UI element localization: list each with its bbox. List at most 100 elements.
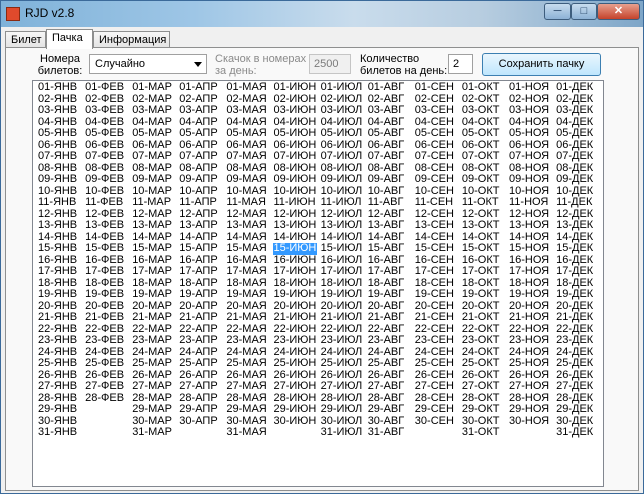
date-item[interactable]: 07-МАР <box>131 151 173 163</box>
date-item[interactable]: 03-СЕН <box>414 105 455 117</box>
date-item[interactable]: 03-ИЮЛ <box>320 105 364 117</box>
date-item[interactable]: 11-ЯНВ <box>37 197 78 209</box>
date-item[interactable]: 31-ЯНВ <box>37 427 78 439</box>
date-item[interactable]: 01-ИЮЛ <box>320 81 364 94</box>
date-item[interactable]: 13-МАЯ <box>225 220 267 232</box>
date-item[interactable]: 01-ЯНВ <box>37 81 78 94</box>
date-item[interactable]: 07-АПР <box>178 151 218 163</box>
date-item[interactable]: 13-СЕН <box>414 220 455 232</box>
date-item[interactable]: 15-МАР <box>131 243 173 255</box>
date-item[interactable]: 03-АВГ <box>367 105 406 117</box>
date-item[interactable]: 05-МАЯ <box>225 128 267 140</box>
date-item[interactable]: 01-МАР <box>131 81 173 94</box>
date-item[interactable]: 01-НОЯ <box>508 81 550 94</box>
date-item[interactable]: 13-АВГ <box>367 220 406 232</box>
date-item[interactable]: 01-ОКТ <box>461 81 501 94</box>
date-item[interactable]: 31-МАР <box>131 427 173 439</box>
date-item[interactable]: 11-НОЯ <box>508 197 550 209</box>
date-item[interactable]: 15-ДЕК <box>555 243 594 255</box>
date-item[interactable]: 01-ФЕВ <box>84 81 125 94</box>
date-item[interactable]: 09-ОКТ <box>461 174 501 186</box>
date-item[interactable]: 01-МАЯ <box>225 81 267 94</box>
date-item[interactable]: 05-АПР <box>178 128 218 140</box>
title-bar[interactable]: RJD v2.8 ─ □ ✕ <box>1 1 643 27</box>
numbers-mode-select[interactable]: Случайно <box>89 54 207 74</box>
date-item[interactable]: 11-АПР <box>178 197 218 209</box>
date-item[interactable]: 13-ФЕВ <box>84 220 125 232</box>
date-item[interactable]: 09-ИЮН <box>273 174 318 186</box>
date-item[interactable]: 05-АВГ <box>367 128 406 140</box>
date-item[interactable]: 15-ФЕВ <box>84 243 125 255</box>
dates-listbox[interactable]: 01-ЯНВ 02-ЯНВ 03-ЯНВ 04-ЯНВ 05-ЯНВ 06-ЯНВ 07-Я… <box>32 80 604 487</box>
date-item[interactable]: 30-АПР <box>178 415 218 428</box>
date-item[interactable]: 31-ДЕК <box>555 427 594 439</box>
date-item[interactable]: 09-ДЕК <box>555 174 594 186</box>
date-item[interactable]: 03-ДЕК <box>555 105 594 117</box>
date-item[interactable]: 09-АВГ <box>367 174 406 186</box>
save-batch-button[interactable]: Сохранить пачку <box>482 53 601 76</box>
date-item[interactable]: 15-АВГ <box>367 243 406 255</box>
date-item[interactable]: 01-ИЮН <box>273 81 318 94</box>
date-item[interactable]: 07-МАЯ <box>225 151 267 163</box>
date-item[interactable]: 07-ДЕК <box>555 151 594 163</box>
date-item[interactable]: 11-ИЮН <box>273 197 318 209</box>
tab-pachka[interactable]: Пачка <box>46 29 93 49</box>
date-item[interactable]: 05-СЕН <box>414 128 455 140</box>
date-item[interactable]: 07-ЯНВ <box>37 151 78 163</box>
date-item[interactable]: 05-ИЮЛ <box>320 128 364 140</box>
date-item[interactable]: 07-ИЮН <box>273 151 318 163</box>
close-button[interactable]: ✕ <box>597 3 640 20</box>
date-item[interactable]: 03-ЯНВ <box>37 105 78 117</box>
date-item[interactable]: 05-ЯНВ <box>37 128 78 140</box>
date-item[interactable]: 01-ДЕК <box>555 81 594 94</box>
date-item[interactable]: 09-ИЮЛ <box>320 174 364 186</box>
date-item[interactable]: 11-ОКТ <box>461 197 501 209</box>
date-item[interactable]: 05-ФЕВ <box>84 128 125 140</box>
date-item[interactable]: 05-ИЮН <box>273 128 318 140</box>
date-item[interactable]: 15-ИЮН <box>272 243 318 255</box>
date-item[interactable]: 11-ФЕВ <box>84 197 125 209</box>
date-item[interactable]: 09-АПР <box>178 174 218 186</box>
date-item[interactable]: 07-ФЕВ <box>84 151 125 163</box>
tab-informaciya[interactable]: Информация <box>93 31 170 48</box>
date-item[interactable]: 09-МАР <box>131 174 173 186</box>
date-item[interactable]: 11-ИЮЛ <box>320 197 364 209</box>
date-item[interactable]: 31-ИЮЛ <box>320 427 364 439</box>
date-item[interactable]: 05-ОКТ <box>461 128 501 140</box>
date-item[interactable]: 15-НОЯ <box>508 243 550 255</box>
date-item[interactable]: 11-СЕН <box>414 197 455 209</box>
date-item[interactable]: 31-МАЯ <box>225 427 267 439</box>
count-input[interactable]: 2 <box>448 54 473 74</box>
minimize-button[interactable]: ─ <box>544 3 571 20</box>
date-item[interactable]: 03-МАЯ <box>225 105 267 117</box>
date-item[interactable]: 15-СЕН <box>414 243 455 255</box>
date-item[interactable]: 31-ОКТ <box>461 427 501 439</box>
date-item[interactable]: 11-АВГ <box>367 197 406 209</box>
date-item[interactable]: 01-АВГ <box>367 81 406 94</box>
date-item[interactable]: 03-ОКТ <box>461 105 501 117</box>
date-item[interactable]: 09-ФЕВ <box>84 174 125 186</box>
date-item[interactable]: 30-ИЮН <box>273 415 318 428</box>
date-item[interactable]: 03-ИЮН <box>273 105 318 117</box>
date-item[interactable]: 09-МАЯ <box>225 174 267 186</box>
date-item[interactable]: 13-ОКТ <box>461 220 501 232</box>
date-item[interactable]: 30-СЕН <box>414 415 455 428</box>
date-item[interactable]: 07-ИЮЛ <box>320 151 364 163</box>
date-item[interactable]: 01-СЕН <box>414 81 455 94</box>
date-item[interactable]: 07-СЕН <box>414 151 455 163</box>
date-item[interactable]: 15-МАЯ <box>225 243 267 255</box>
tab-bilet[interactable]: Билет <box>5 31 46 48</box>
date-item[interactable]: 05-НОЯ <box>508 128 550 140</box>
date-item[interactable]: 03-МАР <box>131 105 173 117</box>
date-item[interactable]: 03-ФЕВ <box>84 105 125 117</box>
date-item[interactable]: 13-ЯНВ <box>37 220 78 232</box>
date-item[interactable]: 07-АВГ <box>367 151 406 163</box>
date-item[interactable]: 09-НОЯ <box>508 174 550 186</box>
date-item[interactable]: 05-ДЕК <box>555 128 594 140</box>
date-item[interactable]: 09-СЕН <box>414 174 455 186</box>
date-item[interactable]: 11-ДЕК <box>555 197 594 209</box>
date-item[interactable]: 30-НОЯ <box>508 415 550 428</box>
date-item[interactable]: 13-ИЮЛ <box>320 220 364 232</box>
date-item[interactable]: 13-ДЕК <box>555 220 594 232</box>
date-item[interactable]: 31-АВГ <box>367 427 406 439</box>
